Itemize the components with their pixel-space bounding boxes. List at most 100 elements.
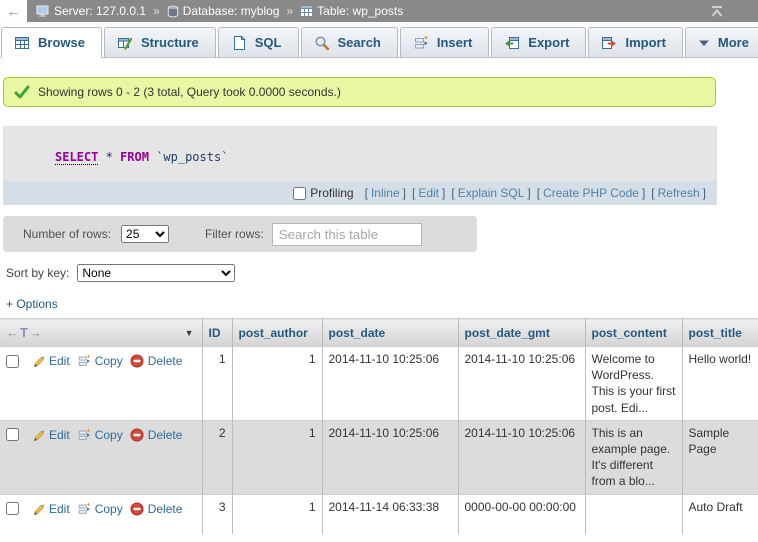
tab-sql[interactable]: SQL (218, 27, 299, 58)
row-delete-button[interactable]: Delete (130, 501, 183, 517)
row-delete-button[interactable]: Delete (130, 427, 183, 443)
breadcrumb-item-table[interactable]: Table: wp_posts (300, 4, 403, 18)
cell-post-content: Welcome to WordPress. This is your first… (585, 347, 682, 421)
bracket: [ (365, 186, 368, 200)
query-link-refresh[interactable]: Refresh (658, 186, 700, 200)
breadcrumb-label: Server: 127.0.0.1 (54, 4, 146, 18)
row-copy-button[interactable]: + Copy (77, 427, 123, 443)
sql-token-keyword-link[interactable]: SELECT (55, 150, 98, 165)
tab-bar: Browse Structure SQLSearch+InsertExport Imp… (0, 22, 758, 58)
sql-query-box: SELECT * FROM `wp_posts` Profiling [Inli… (3, 126, 717, 205)
cell-post-title: Sample Page (682, 420, 758, 494)
row-copy-button[interactable]: +Copy (77, 501, 123, 517)
bracket: ] (442, 186, 445, 200)
svg-text:+: + (86, 428, 90, 435)
nav-panel-toggle-button[interactable]: ← (0, 0, 27, 22)
chevron-down-icon (698, 39, 710, 47)
bracket: ] (642, 186, 645, 200)
sort-desc-icon[interactable]: ▼ (185, 328, 194, 338)
bracket: ] (527, 186, 530, 200)
server-icon (36, 5, 50, 18)
row-checkbox[interactable] (6, 428, 19, 441)
svg-text:+: + (86, 502, 90, 509)
search-icon (314, 35, 330, 51)
row-action-label: Edit (49, 353, 70, 369)
row-action-label: Delete (148, 427, 183, 443)
cell-post-date-gmt: 2014-11-10 10:25:06 (458, 347, 585, 421)
results-table: ←T→ ▼ IDpost_authorpost_datepost_date_gm… (0, 318, 758, 534)
query-link-inline[interactable]: Inline (371, 186, 400, 200)
database-icon (167, 5, 179, 18)
column-header-id[interactable]: ID (202, 319, 232, 347)
check-icon (14, 85, 30, 99)
rows-count-select[interactable]: 25 (121, 225, 169, 243)
tab-structure[interactable]: Structure (104, 27, 216, 58)
cell-post-date-gmt: 2014-11-10 10:25:06 (458, 420, 585, 494)
bracket: ] (703, 186, 706, 200)
query-link-edit[interactable]: Edit (418, 186, 439, 200)
sort-key-select[interactable]: None (77, 264, 235, 282)
rows-label: Number of rows: (23, 227, 111, 241)
row-action-label: Delete (148, 353, 183, 369)
column-header-post-date[interactable]: post_date (322, 319, 458, 347)
tab-label: Insert (437, 35, 472, 50)
options-toggle[interactable]: + Options (6, 297, 76, 311)
column-header-post-content[interactable]: post_content (585, 319, 682, 347)
browse-icon (14, 35, 30, 51)
breadcrumb-separator: » (286, 4, 293, 18)
collapse-up-icon (709, 5, 725, 18)
breadcrumb-item-database[interactable]: Database: myblog (167, 4, 280, 18)
delete-icon (130, 428, 144, 442)
cell-post-author: 1 (232, 494, 322, 534)
edit-pencil-icon (31, 502, 45, 516)
row-edit-button[interactable]: Edit (31, 353, 70, 369)
bracket: [ (651, 186, 654, 200)
column-nav-arrows[interactable]: ←T→ (6, 325, 43, 340)
collapse-console-button[interactable] (709, 5, 725, 18)
left-arrow-icon: ← (7, 3, 21, 19)
row-checkbox[interactable] (6, 502, 19, 515)
query-links: [Inline][Edit][Explain SQL][Create PHP C… (362, 186, 709, 200)
sort-label: Sort by key: (6, 266, 69, 280)
row-checkbox[interactable] (6, 355, 19, 368)
cell-post-title: Auto Draft (682, 494, 758, 534)
cell-post-date: 2014-11-10 10:25:06 (322, 347, 458, 421)
delete-icon (130, 502, 144, 516)
row-copy-button[interactable]: +Copy (77, 353, 123, 369)
table-icon (300, 5, 313, 17)
structure-icon (117, 35, 133, 51)
column-header-post-author[interactable]: post_author (232, 319, 322, 347)
tab-browse[interactable]: Browse (1, 27, 102, 58)
tab-search[interactable]: Search (301, 27, 398, 58)
cell-id: 2 (202, 420, 232, 494)
row-edit-button[interactable]: Edit (31, 427, 70, 443)
row-edit-button[interactable]: Edit (31, 501, 70, 517)
tab-label: Structure (141, 35, 199, 50)
breadcrumb: Server: 127.0.0.1 » Database: myblog » Table… (36, 4, 403, 18)
edit-pencil-icon (31, 428, 45, 442)
profiling-checkbox[interactable] (293, 187, 306, 200)
column-header-post-title[interactable]: post_title (682, 319, 758, 347)
tab-label: Import (625, 35, 665, 50)
bracket: ] (403, 186, 406, 200)
column-header-post-date-gmt[interactable]: post_date_gmt (458, 319, 585, 347)
row-delete-button[interactable]: Delete (130, 353, 183, 369)
row-action-label: Copy (95, 353, 123, 369)
table-row: Edit+CopyDelete312014-11-14 06:33:380000… (0, 494, 758, 534)
tab-import[interactable]: Import (588, 27, 682, 58)
query-link-explain-sql[interactable]: Explain SQL (458, 186, 525, 200)
sql-icon (231, 35, 247, 51)
filter-input[interactable] (272, 223, 422, 246)
row-action-label: Copy (95, 427, 123, 443)
query-link-create-php-code[interactable]: Create PHP Code (543, 186, 639, 200)
cell-post-title: Hello world! (682, 347, 758, 421)
tab-export[interactable]: Export (491, 27, 586, 58)
filter-label: Filter rows: (205, 227, 264, 241)
cell-post-author: 1 (232, 420, 322, 494)
tab-more[interactable]: More (685, 27, 758, 58)
breadcrumb-separator: » (153, 4, 160, 18)
breadcrumb-label: Table: wp_posts (317, 4, 403, 18)
tab-insert[interactable]: +Insert (400, 27, 489, 58)
bracket: [ (451, 186, 454, 200)
breadcrumb-item-server[interactable]: Server: 127.0.0.1 (36, 4, 146, 18)
